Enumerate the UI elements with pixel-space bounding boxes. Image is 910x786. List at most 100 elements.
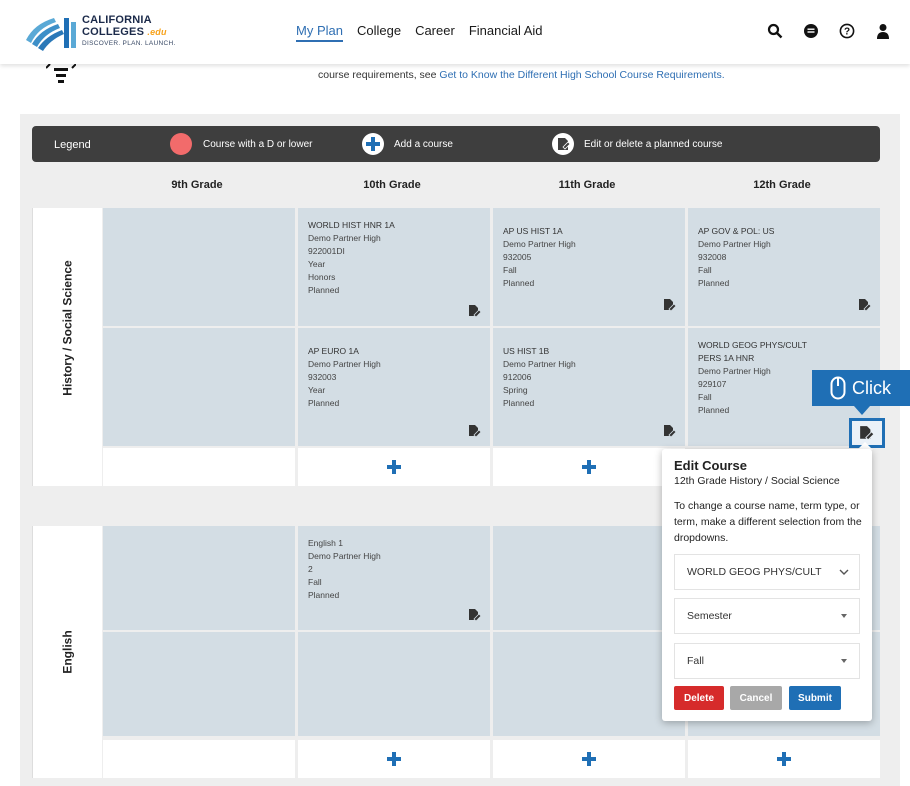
add-course-cell-empty	[103, 448, 295, 486]
chat-icon[interactable]	[802, 22, 820, 40]
nav-financial-aid[interactable]: Financial Aid	[469, 23, 543, 42]
course-card[interactable]: English 1 Demo Partner High 2 Fall Plann…	[298, 526, 490, 630]
california-colleges-logo-icon[interactable]	[20, 10, 80, 54]
course-term: Fall	[308, 577, 322, 587]
course-school: Demo Partner High	[503, 239, 576, 249]
user-icon[interactable]	[874, 22, 892, 40]
edit-course-popover: Edit Course 12th Grade History / Social …	[662, 449, 872, 721]
legend-title: Legend	[54, 139, 91, 151]
course-name: AP GOV & POL: US	[698, 226, 775, 236]
course-type: Honors	[308, 272, 336, 282]
term-select-value: Fall	[687, 655, 704, 667]
course-status: Planned	[698, 278, 730, 288]
course-status: Planned	[503, 278, 535, 288]
course-info: WORLD HIST HNR 1A Demo Partner High 9220…	[298, 208, 490, 308]
intro-text: course requirements, see Get to Know the…	[318, 69, 725, 81]
partial-filter-icon	[46, 64, 76, 83]
subject-label-box: English	[33, 526, 103, 778]
plus-icon	[387, 752, 401, 766]
add-course-button[interactable]	[298, 448, 490, 486]
course-name: AP EURO 1A	[308, 346, 359, 356]
term-select[interactable]: Fall	[674, 643, 860, 679]
cancel-button[interactable]: Cancel	[730, 686, 782, 710]
edit-course-icon[interactable]	[663, 424, 677, 438]
red-circle-icon	[170, 133, 192, 155]
course-cell-empty	[103, 526, 295, 630]
course-name-line-2: PERS 1A HNR	[698, 353, 755, 363]
grade-header-12: 12th Grade	[753, 179, 811, 191]
logo-edu: .edu	[147, 27, 167, 37]
grade-header-10: 10th Grade	[363, 179, 421, 191]
course-code: 912006	[503, 372, 532, 382]
nav-my-plan[interactable]: My Plan	[296, 23, 343, 42]
add-course-button[interactable]	[493, 740, 685, 778]
course-card[interactable]: US HIST 1B Demo Partner High 912006 Spri…	[493, 328, 685, 446]
course-code: 2	[308, 564, 313, 574]
term-type-select-value: Semester	[687, 610, 732, 622]
course-name: AP US HIST 1A	[503, 226, 563, 236]
caret-down-icon	[841, 614, 847, 618]
course-cell-empty	[298, 632, 490, 736]
search-icon[interactable]	[766, 22, 784, 40]
submit-button[interactable]: Submit	[789, 686, 841, 710]
delete-button[interactable]: Delete	[674, 686, 724, 710]
course-status: Planned	[308, 590, 340, 600]
course-cell-empty	[493, 632, 685, 736]
course-info: English 1 Demo Partner High 2 Fall Plann…	[298, 526, 490, 613]
add-course-button[interactable]	[493, 448, 685, 486]
course-card[interactable]: AP GOV & POL: US Demo Partner High 93200…	[688, 208, 880, 326]
add-course-button[interactable]	[298, 740, 490, 778]
course-school: Demo Partner High	[698, 239, 771, 249]
help-icon[interactable]: ?	[838, 22, 856, 40]
edit-course-icon[interactable]	[663, 298, 677, 312]
course-info: AP EURO 1A Demo Partner High 932003 Year…	[298, 328, 490, 421]
course-info: AP GOV & POL: US Demo Partner High 93200…	[688, 208, 880, 301]
nav-career[interactable]: Career	[415, 23, 455, 42]
course-code: 932008	[698, 252, 727, 262]
subject-label-box: History / Social Science	[33, 208, 103, 448]
course-status: Planned	[503, 398, 535, 408]
main-nav: My Plan College Career Financial Aid	[296, 23, 543, 42]
legend-bar: Legend Course with a D or lower Add a co…	[32, 126, 880, 162]
course-card[interactable]: AP US HIST 1A Demo Partner High 932005 F…	[493, 208, 685, 326]
add-course-cell-empty	[103, 740, 295, 778]
course-card[interactable]: WORLD HIST HNR 1A Demo Partner High 9220…	[298, 208, 490, 326]
course-cell-empty	[103, 632, 295, 736]
course-cell-empty	[493, 526, 685, 630]
edit-course-icon[interactable]	[468, 608, 482, 622]
course-name-line-1: WORLD GEOG PHYS/CULT	[698, 340, 807, 350]
course-school: Demo Partner High	[308, 551, 381, 561]
click-callout: Click	[812, 370, 910, 406]
nav-college[interactable]: College	[357, 23, 401, 42]
plus-icon	[777, 752, 791, 766]
add-course-legend-icon	[362, 133, 384, 155]
plus-icon	[582, 460, 596, 474]
course-name: US HIST 1B	[503, 346, 550, 356]
subject-label: English	[61, 630, 75, 674]
course-requirements-link[interactable]: Get to Know the Different High School Co…	[439, 69, 724, 81]
course-name-select-value: WORLD GEOG PHYS/CULT	[687, 566, 822, 578]
popover-help-text: To change a course name, term type, or t…	[674, 500, 862, 544]
logo-text: CALIFORNIA COLLEGES .edu DISCOVER. PLAN.…	[82, 14, 176, 47]
page: CALIFORNIA COLLEGES .edu DISCOVER. PLAN.…	[0, 0, 910, 786]
course-name: English 1	[308, 538, 343, 548]
term-type-select[interactable]: Semester	[674, 598, 860, 634]
course-school: Demo Partner High	[308, 359, 381, 369]
course-cell-empty	[103, 328, 295, 446]
caret-down-icon	[841, 659, 847, 663]
chevron-down-icon	[839, 569, 849, 575]
edit-course-icon[interactable]	[858, 298, 872, 312]
legend-edit-label: Edit or delete a planned course	[584, 139, 723, 150]
course-card[interactable]: AP EURO 1A Demo Partner High 932003 Year…	[298, 328, 490, 446]
course-school: Demo Partner High	[503, 359, 576, 369]
subject-history-social-science: History / Social Science	[32, 208, 102, 486]
course-school: Demo Partner High	[308, 233, 381, 243]
edit-course-icon[interactable]	[468, 304, 482, 318]
add-course-button[interactable]	[688, 740, 880, 778]
edit-course-icon[interactable]	[468, 424, 482, 438]
course-info: US HIST 1B Demo Partner High 912006 Spri…	[493, 328, 685, 421]
grade-header-9: 9th Grade	[171, 179, 223, 191]
header-icons: ?	[766, 22, 892, 40]
subject-english: English	[32, 526, 102, 778]
course-name-select[interactable]: WORLD GEOG PHYS/CULT	[674, 554, 860, 590]
